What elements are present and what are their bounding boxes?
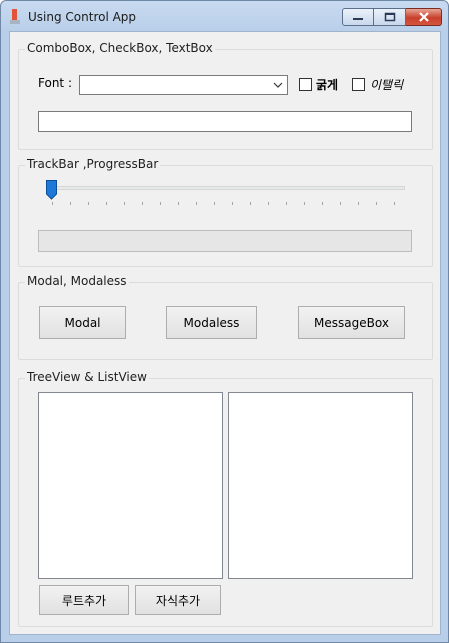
client-area: ComboBox, CheckBox, TextBox Font : 굵게 이탤…: [9, 31, 441, 635]
tick: [232, 202, 233, 205]
tick: [124, 202, 125, 205]
tick: [268, 202, 269, 205]
italic-label[interactable]: 이탤릭: [370, 76, 403, 93]
italic-checkbox[interactable]: [352, 78, 365, 91]
tick: [178, 202, 179, 205]
bold-checkbox[interactable]: [299, 78, 312, 91]
tick: [250, 202, 251, 205]
list-view[interactable]: [228, 392, 413, 579]
tick: [196, 202, 197, 205]
close-icon: [418, 12, 429, 22]
add-child-button[interactable]: 자식추가: [135, 585, 221, 615]
tick: [376, 202, 377, 205]
minimize-button[interactable]: [342, 8, 374, 26]
tick: [286, 202, 287, 205]
tick: [52, 202, 53, 205]
maximize-icon: [384, 12, 395, 22]
tick: [142, 202, 143, 205]
font-combobox[interactable]: [79, 75, 288, 95]
group-trackbar: TrackBar ,ProgressBar: [18, 157, 433, 267]
text-input[interactable]: [38, 111, 412, 132]
window-title: Using Control App: [28, 10, 137, 24]
bold-label[interactable]: 굵게: [316, 76, 338, 93]
group-title-modal: Modal, Modaless: [25, 274, 129, 288]
tick: [304, 202, 305, 205]
tick: [214, 202, 215, 205]
title-bar[interactable]: Using Control App: [1, 1, 448, 31]
tick: [358, 202, 359, 205]
tree-view[interactable]: [38, 392, 223, 579]
modal-button[interactable]: Modal: [39, 306, 126, 339]
tick: [160, 202, 161, 205]
trackbar-thumb[interactable]: [46, 180, 57, 200]
app-window: Using Control App ComboBox, CheckBox, Te…: [0, 0, 449, 643]
minimize-icon: [353, 18, 363, 20]
modaless-button[interactable]: Modaless: [166, 306, 257, 339]
tick: [322, 202, 323, 205]
trackbar-channel: [49, 186, 405, 190]
maximize-button[interactable]: [374, 8, 406, 26]
app-icon: [10, 9, 20, 24]
tick: [106, 202, 107, 205]
tick: [70, 202, 71, 205]
progress-bar: [38, 230, 412, 252]
group-combobox: ComboBox, CheckBox, TextBox Font : 굵게 이탤…: [18, 41, 433, 150]
group-title-combobox: ComboBox, CheckBox, TextBox: [25, 41, 215, 55]
group-title-trackbar: TrackBar ,ProgressBar: [25, 157, 161, 171]
group-treeview: TreeView & ListView 루트추가 자식추가: [18, 370, 433, 627]
group-modal: Modal, Modaless Modal Modaless MessageBo…: [18, 274, 433, 360]
tick: [88, 202, 89, 205]
group-title-treeview: TreeView & ListView: [25, 370, 149, 384]
font-label: Font :: [38, 76, 72, 90]
messagebox-button[interactable]: MessageBox: [298, 306, 405, 339]
close-button[interactable]: [406, 8, 442, 26]
tick: [340, 202, 341, 205]
tick: [394, 202, 395, 205]
chevron-down-icon: [273, 82, 283, 88]
add-root-button[interactable]: 루트추가: [39, 585, 129, 615]
